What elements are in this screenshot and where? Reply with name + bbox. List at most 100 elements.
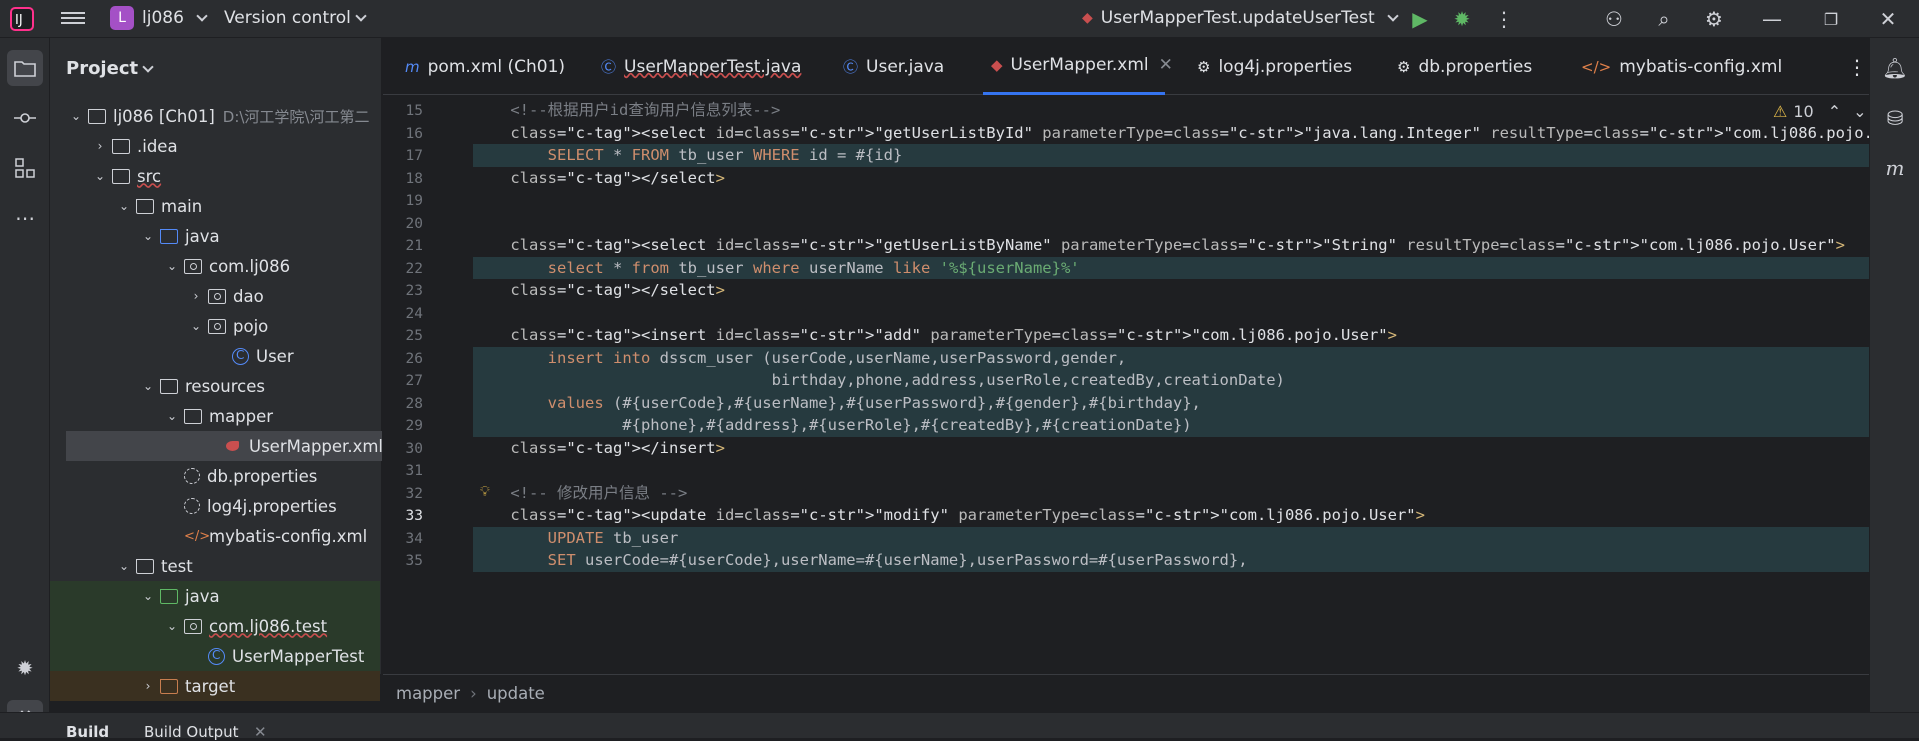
code-line[interactable]: class="c-tag"><update id=class="c-str">"…: [473, 504, 1869, 527]
project-tool-folder-icon[interactable]: [7, 50, 43, 86]
code-line[interactable]: [473, 212, 1869, 235]
code-line[interactable]: class="c-tag"></select>: [473, 167, 1869, 190]
tree-item-usermapper-xml[interactable]: UserMapper.xml: [66, 431, 382, 461]
chevron-right-icon: ›: [470, 684, 477, 703]
restore-icon[interactable]: ❐: [1819, 7, 1843, 31]
settings-gear-icon[interactable]: ⚙: [1702, 7, 1726, 31]
structure-icon[interactable]: [7, 150, 43, 186]
tab-more-icon[interactable]: ⋮: [1839, 38, 1875, 95]
chevron-down-icon[interactable]: ⌄: [1853, 102, 1866, 121]
notifications-icon[interactable]: 🔔︎: [1877, 50, 1913, 86]
tree-item-target[interactable]: › target: [50, 671, 380, 701]
code-line[interactable]: <!-- 修改用户信息 -->: [473, 482, 1869, 505]
build-tab[interactable]: Build: [66, 723, 109, 741]
code-line[interactable]: #{phone},#{address},#{userRole},#{create…: [473, 414, 1869, 437]
debug-icon[interactable]: ✹: [1450, 7, 1474, 31]
tree-item-usermappertest[interactable]: UserMapperTest: [50, 641, 380, 671]
intention-bulb-icon[interactable]: 💡︎: [480, 484, 490, 500]
folder-icon: [136, 198, 154, 214]
commit-icon[interactable]: [7, 100, 43, 136]
tree-item-mybatis-config[interactable]: </> mybatis-config.xml: [50, 521, 382, 551]
tab-mybatis-config-xml[interactable]: </> mybatis-config.xml: [1573, 38, 1790, 95]
run-icon[interactable]: ▶: [1408, 7, 1432, 31]
code-line[interactable]: <!--根据用户id查询用户信息列表-->: [473, 99, 1869, 122]
code-line[interactable]: birthday,phone,address,userRole,createdB…: [473, 369, 1869, 392]
tree-item-com-lj086-test[interactable]: ⌄ com.lj086.test: [50, 611, 380, 641]
project-switcher[interactable]: L lj086: [110, 6, 208, 30]
line-number: 19: [405, 193, 423, 209]
close-icon[interactable]: ✕: [254, 723, 267, 741]
tree-item-root[interactable]: ⌄ lj086 [Ch01] D:\河工学院\河工第二: [50, 101, 382, 131]
code-line[interactable]: class="c-tag"></insert>: [473, 437, 1869, 460]
tab-label: UserMapperTest.java: [624, 56, 802, 77]
code-line[interactable]: insert into dsscm_user (userCode,userNam…: [473, 346, 1869, 369]
version-control-menu[interactable]: Version control: [224, 8, 367, 28]
tree-item-user[interactable]: User: [50, 341, 382, 371]
code-line[interactable]: UPDATE tb_user: [473, 526, 1869, 549]
more-actions-icon[interactable]: ⋮: [1492, 7, 1516, 31]
search-icon[interactable]: ⌕: [1652, 7, 1676, 31]
tab-db-properties[interactable]: ⚙ db.properties: [1389, 38, 1540, 95]
project-panel-header[interactable]: Project: [66, 58, 154, 79]
code-line[interactable]: [473, 459, 1869, 482]
tree-item-db-properties[interactable]: db.properties: [50, 461, 382, 491]
minimize-icon[interactable]: —: [1760, 7, 1784, 31]
tab-usermapper-xml[interactable]: ◆ UserMapper.xml ✕: [983, 38, 1173, 95]
chevron-down-icon: ⌄: [94, 169, 106, 183]
tree-item-java[interactable]: ⌄ java: [50, 221, 382, 251]
tree-item-log4j-properties[interactable]: log4j.properties: [50, 491, 382, 521]
database-icon[interactable]: ⛁: [1877, 100, 1913, 136]
tab-usermappertest-java[interactable]: Ⓒ UserMapperTest.java: [593, 38, 809, 95]
debug-tool-icon[interactable]: ✹: [7, 650, 43, 686]
more-tools-icon[interactable]: ⋯: [7, 200, 43, 236]
line-number: 18: [405, 170, 423, 187]
code-line[interactable]: SELECT * FROM tb_user WHERE id = #{id}: [473, 144, 1869, 167]
chevron-down-icon: [1386, 10, 1399, 22]
mybatis-bird-icon: [224, 439, 242, 454]
tree-item-resources[interactable]: ⌄ resources: [50, 371, 382, 401]
tab-pom-xml[interactable]: m pom.xml (Ch01): [397, 38, 573, 95]
line-number: 32: [405, 485, 423, 502]
chevron-up-icon[interactable]: ⌃: [1828, 102, 1841, 121]
run-config-selector[interactable]: ◆ UserMapperTest.updateUserTest: [1082, 8, 1399, 28]
tree-item-label: test: [161, 556, 193, 576]
build-output-tab[interactable]: Build Output: [144, 723, 239, 741]
tab-user-java[interactable]: Ⓒ User.java: [835, 38, 952, 95]
tree-item-pojo[interactable]: ⌄ pojo: [50, 311, 382, 341]
tree-item-idea[interactable]: › .idea: [50, 131, 382, 161]
code-line[interactable]: class="c-tag"><select id=class="c-str">"…: [473, 234, 1869, 257]
tree-item-mapper[interactable]: ⌄ mapper: [50, 401, 382, 431]
add-user-icon[interactable]: ⚇: [1602, 7, 1626, 31]
tab-log4j-properties[interactable]: ⚙ log4j.properties: [1189, 38, 1360, 95]
main-menu-icon[interactable]: [60, 9, 86, 29]
code-line[interactable]: [473, 189, 1869, 212]
line-number: 23: [405, 283, 423, 299]
code-line[interactable]: class="c-tag"></select>: [473, 279, 1869, 302]
close-icon[interactable]: ✕: [1876, 7, 1900, 31]
tree-item-dao[interactable]: › dao: [50, 281, 382, 311]
tab-label: pom.xml (Ch01): [427, 56, 566, 77]
code-editor[interactable]: 15 16 17 18 19 20 21 22 23 24 25 26 27 28 29 30 31 32 33 34…: [383, 95, 1869, 674]
tree-item-test-java[interactable]: ⌄ java: [50, 581, 380, 611]
properties-gear-icon: ⚙: [1197, 57, 1211, 76]
code-line[interactable]: select * from tb_user where userName lik…: [473, 256, 1869, 279]
code-line[interactable]: class="c-tag"><select id=class="c-str">"…: [473, 122, 1869, 145]
breadcrumb-item[interactable]: update: [487, 684, 545, 703]
tree-item-com-lj086[interactable]: ⌄ com.lj086: [50, 251, 382, 281]
code-line[interactable]: SET userCode=#{userCode},userName=#{user…: [473, 549, 1869, 572]
intellij-logo-icon[interactable]: IJ: [10, 7, 34, 31]
code-line[interactable]: class="c-tag"><insert id=class="c-str">"…: [473, 324, 1869, 347]
tree-item-label: com.lj086: [209, 256, 291, 276]
code-line[interactable]: [473, 302, 1869, 325]
tree-item-src[interactable]: ⌄ src: [50, 161, 382, 191]
chevron-down-icon: ⌄: [118, 199, 130, 213]
properties-gear-icon: ⚙: [1397, 57, 1411, 76]
breadcrumb-item[interactable]: mapper: [396, 684, 460, 703]
code-line[interactable]: values (#{userCode},#{userName},#{userPa…: [473, 391, 1869, 414]
bottom-tool-window-bar: Build Build Output ✕: [0, 712, 1919, 741]
close-tab-icon[interactable]: ✕: [1159, 55, 1173, 75]
inspection-widget[interactable]: ⚠ 10 ⌃ ⌄: [1773, 102, 1867, 121]
tree-item-main[interactable]: ⌄ main: [50, 191, 382, 221]
tree-item-test[interactable]: ⌄ test: [50, 551, 382, 581]
maven-icon[interactable]: m: [1877, 150, 1913, 186]
